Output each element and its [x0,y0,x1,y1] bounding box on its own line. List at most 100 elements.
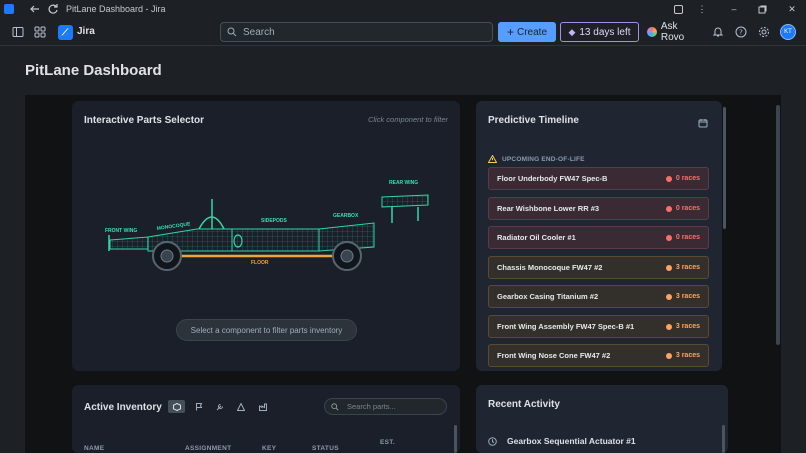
races-remaining-text: 3 races [675,293,700,300]
races-remaining-badge: 0 races [665,234,700,241]
races-remaining-text: 3 races [675,264,700,271]
front-wing-label[interactable]: FRONT WING [105,228,137,234]
column-name[interactable]: NAME [84,445,104,452]
rear-wing-label[interactable]: REAR WING [389,180,418,186]
app-switcher-icon[interactable] [32,24,48,40]
tools-icon[interactable] [211,400,228,413]
product-name[interactable]: Jira [77,26,95,37]
timeline-item[interactable]: Chassis Monocoque FW47 #2 3 races [488,256,709,279]
minimize-icon[interactable]: – [722,0,746,18]
gearbox-label[interactable]: GEARBOX [333,213,359,219]
timeline-scrollbar[interactable] [723,107,726,229]
top-navigation: ⟋ Jira Search + Create ◆ 13 days left As… [0,18,806,46]
timeline-item[interactable]: Rear Wishbone Lower RR #3 0 races [488,197,709,220]
alert-icon[interactable] [232,400,249,413]
help-icon[interactable]: ? [733,24,749,40]
maximize-icon[interactable] [750,0,774,18]
search-icon [331,402,339,410]
status-dot-icon [665,352,672,359]
status-dot-icon [665,264,672,271]
close-icon[interactable]: ✕ [780,0,804,18]
trial-button[interactable]: ◆ 13 days left [560,22,639,42]
flag-icon[interactable] [190,400,207,413]
settings-icon[interactable] [756,24,772,40]
timeline-item-name: Rear Wishbone Lower RR #3 [497,204,600,213]
status-dot-icon [665,323,672,330]
sidebar-toggle-icon[interactable] [10,24,26,40]
activity-item-name: Gearbox Sequential Actuator #1 [507,436,636,446]
races-remaining-badge: 0 races [665,175,700,182]
end-of-life-heading: UPCOMING END-OF-LIFE [488,155,585,163]
races-remaining-text: 0 races [675,234,700,241]
front-wing-part[interactable] [108,235,149,251]
ask-rovo-button[interactable]: Ask Rovo [643,21,703,43]
activity-scrollbar[interactable] [722,425,725,453]
timeline-item-name: Front Wing Assembly FW47 Spec-B #1 [497,322,635,331]
trial-label: 13 days left [579,26,631,38]
races-remaining-text: 3 races [675,323,700,330]
reload-icon[interactable] [44,0,62,18]
sidepods-part[interactable] [231,228,320,252]
column-est[interactable]: EST. [380,439,395,446]
svg-text:?: ? [739,29,743,37]
calendar-icon[interactable] [698,115,708,133]
timeline-item[interactable]: Floor Underbody FW47 Spec-B 0 races [488,167,709,190]
timeline-item[interactable]: Gearbox Casing Titanium #2 3 races [488,285,709,308]
inventory-title: Active Inventory [84,402,162,413]
search-input[interactable]: Search [220,22,493,42]
races-remaining-badge: 3 races [665,293,700,300]
extensions-icon[interactable] [666,0,690,18]
column-assignment[interactable]: ASSIGNMENT [185,445,231,452]
status-dot-icon [665,205,672,212]
app-icon [0,0,18,18]
avatar[interactable]: KT [780,24,796,40]
rovo-label: Ask Rovo [660,21,685,43]
timeline-item-name: Floor Underbody FW47 Spec-B [497,174,608,183]
create-label: Create [517,26,548,38]
dashboard-content: Interactive Parts Selector Click compone… [25,95,781,453]
end-of-life-label: UPCOMING END-OF-LIFE [502,155,585,163]
plus-icon: + [506,25,514,39]
factory-icon[interactable] [254,400,271,413]
timeline-item[interactable]: Front Wing Assembly FW47 Spec-B #1 3 race… [488,315,709,338]
window-title-bar: PitLane Dashboard - Jira ⋮ – ✕ [0,0,806,18]
car-diagram: FRONT WING MONOCOQUE SIDEPODS GEARBOX RE… [105,180,429,271]
status-dot-icon [665,293,672,300]
timeline-item-name: Front Wing Nose Cone FW47 #2 [497,351,611,360]
status-dot-icon [665,234,672,241]
rear-wheel [332,241,362,271]
recent-activity-card: Recent Activity Gearbox Sequential Actua… [476,385,728,453]
clock-icon [488,436,497,446]
column-key[interactable]: KEY [262,445,276,452]
races-remaining-badge: 3 races [665,323,700,330]
back-icon[interactable] [26,0,44,18]
avatar-initials: KT [784,29,792,35]
filter-all-icon[interactable] [168,400,185,413]
inventory-search-placeholder: Search parts... [347,402,396,411]
inventory-search-input[interactable]: Search parts... [324,398,447,415]
more-icon[interactable]: ⋮ [690,0,714,18]
sidepods-label[interactable]: SIDEPODS [261,218,288,224]
inventory-scrollbar[interactable] [454,425,457,453]
search-icon [227,27,237,37]
jira-logo-icon[interactable]: ⟋ [57,24,73,40]
activity-item[interactable]: Gearbox Sequential Actuator #1 [488,436,636,446]
predictive-timeline-card: Predictive Timeline UPCOMING END-OF-LIFE… [476,101,722,371]
gem-icon: ◆ [568,26,576,37]
timeline-item-name: Radiator Oil Cooler #1 [497,233,576,242]
warning-icon [488,155,497,163]
floor-label[interactable]: FLOOR [251,260,269,266]
column-status[interactable]: STATUS [312,445,339,452]
races-remaining-text: 0 races [675,205,700,212]
notifications-icon[interactable] [710,24,726,40]
rovo-icon [647,27,657,37]
timeline-title: Predictive Timeline [488,115,579,126]
races-remaining-badge: 3 races [665,264,700,271]
page-scrollbar[interactable] [776,105,780,345]
races-remaining-text: 0 races [675,175,700,182]
rear-wing-part[interactable] [381,194,429,223]
timeline-item[interactable]: Radiator Oil Cooler #1 0 races [488,226,709,249]
front-wheel [152,241,182,271]
create-button[interactable]: + Create [498,22,556,42]
timeline-item[interactable]: Front Wing Nose Cone FW47 #2 3 races [488,344,709,367]
